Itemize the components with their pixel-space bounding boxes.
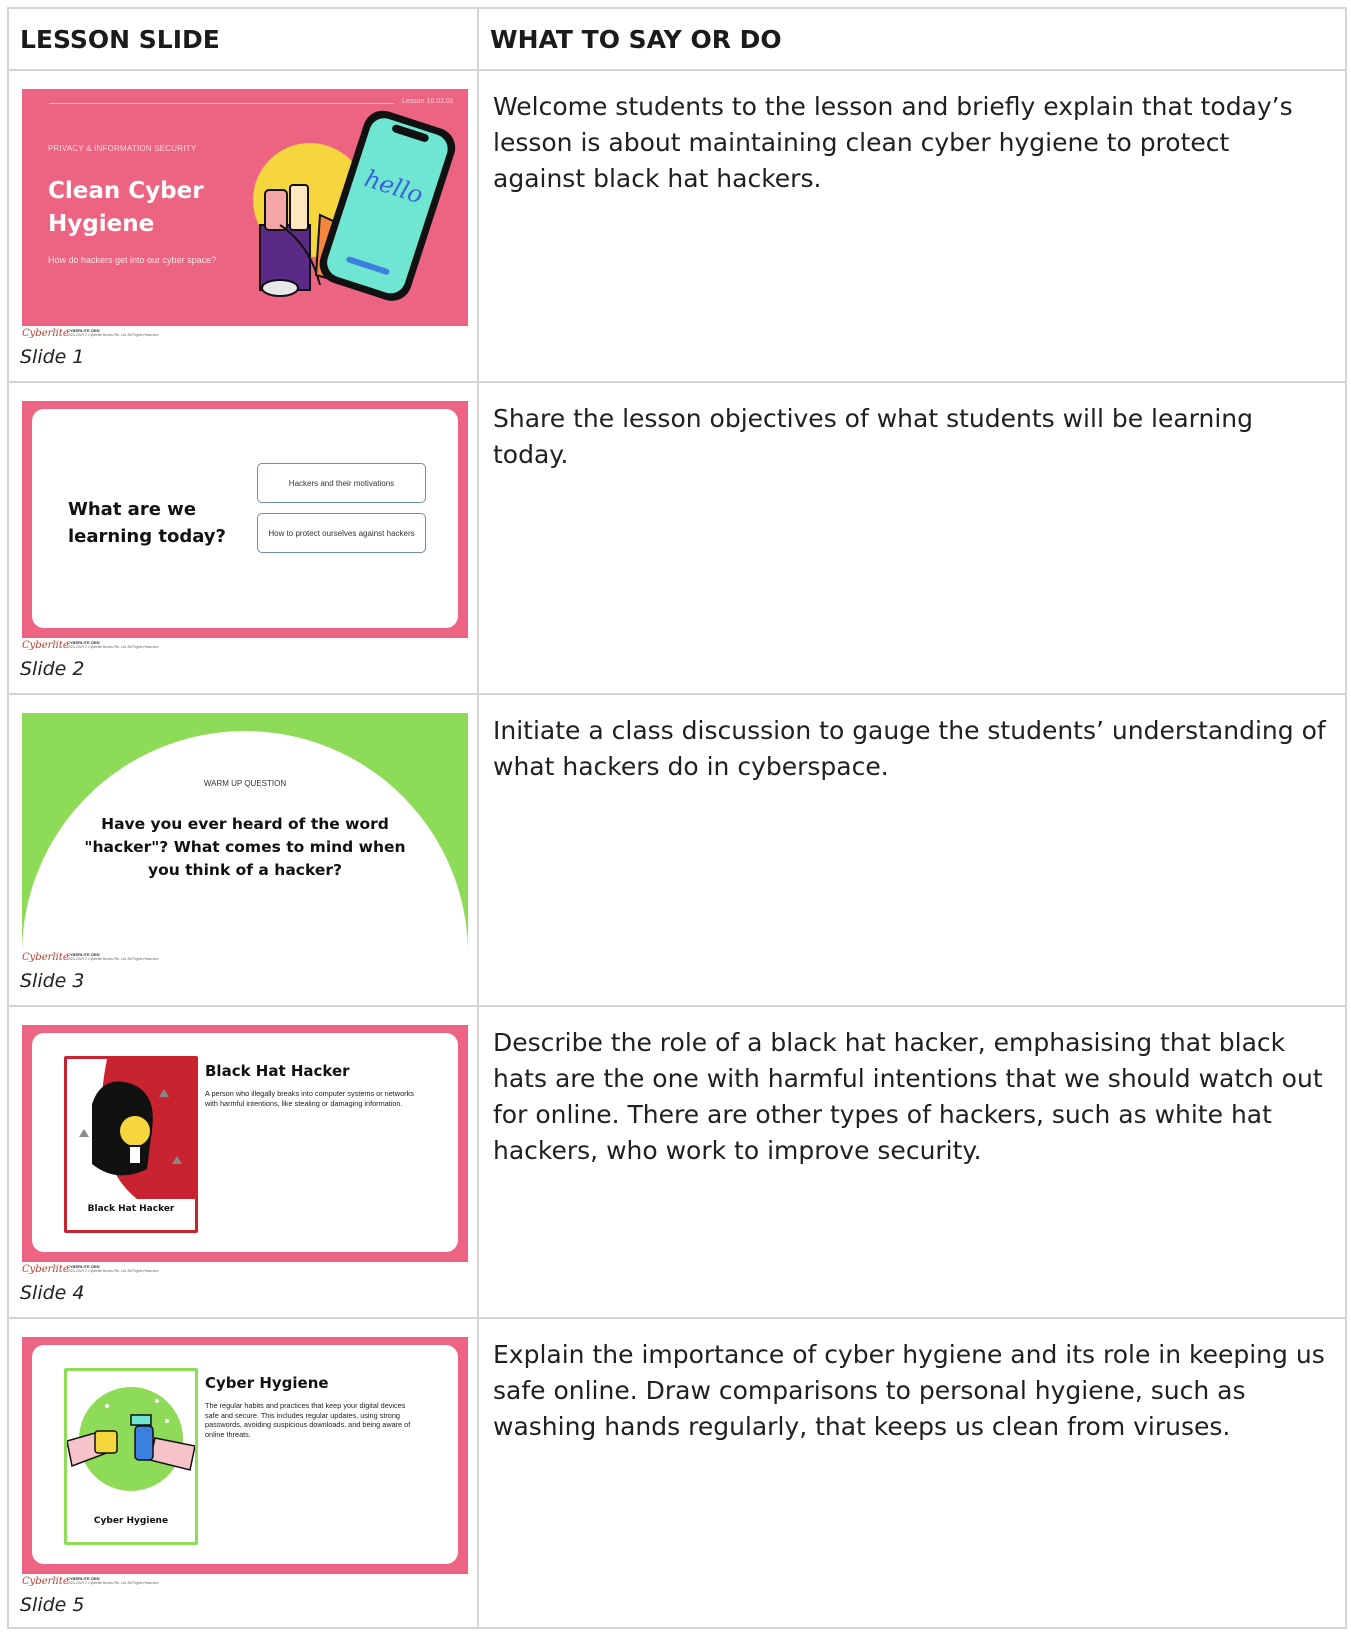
cyberlite-logo: Cyberlite (22, 1576, 69, 1587)
footer-copyright: 2023-2024 © Cyberlite Books Pte. Ltd. Al… (67, 1269, 160, 1273)
card-label: Black Hat Hacker (87, 1204, 175, 1214)
slide-heading: Cyber Hygiene (205, 1374, 329, 1392)
instruction-text: Describe the role of a black hat hacker,… (477, 1005, 1347, 1319)
slide-description: The regular habits and practices that ke… (205, 1401, 411, 1439)
table-row: What are we learning today? Hackers and … (7, 381, 1347, 695)
hacker-card: Black Hat Hacker (64, 1056, 198, 1233)
hacker-illustration (79, 1059, 195, 1199)
column-header-what-to-say: WHAT TO SAY OR DO (477, 7, 1347, 71)
card-label: Cyber Hygiene (93, 1516, 169, 1526)
slide-footer: Cyberlite CYBERLITE.ORG 2023-2024 © Cybe… (22, 1576, 322, 1590)
table-row: Black Hat Hacker Black Hat Hacker A pers… (7, 1005, 1347, 1319)
footer-copyright: 2023-2024 © Cyberlite Books Pte. Ltd. Al… (67, 957, 160, 961)
objective-pill: How to protect ourselves against hackers (257, 513, 426, 553)
slide-description: A person who illegally breaks into compu… (205, 1089, 414, 1108)
cyberlite-logo: Cyberlite (22, 952, 69, 963)
instruction-text: Welcome students to the lesson and brief… (477, 69, 1347, 383)
column-header-lesson-slide: LESSON SLIDE (7, 7, 479, 71)
footer-copyright: 2023-2024 © Cyberlite Books Pte. Ltd. Al… (67, 333, 160, 337)
table-row: Lesson 10.02.01 PRIVACY & INFORMATION SE… (7, 69, 1347, 383)
slide-footer: Cyberlite CYBERLITE.ORG 2023-2024 © Cybe… (22, 328, 322, 342)
lesson-code: Lesson 10.02.01 (402, 98, 454, 105)
slide-thumbnail-4: Black Hat Hacker Black Hat Hacker A pers… (22, 1025, 468, 1262)
slide-kicker: WARM UP QUESTION (203, 779, 287, 788)
slide-heading: Black Hat Hacker (205, 1062, 350, 1080)
table-header-row: LESSON SLIDE WHAT TO SAY OR DO (7, 7, 1347, 71)
hygiene-card: Cyber Hygiene (64, 1368, 198, 1545)
slide-cell: WARM UP QUESTION Have you ever heard of … (7, 693, 479, 1007)
slide-footer: Cyberlite CYBERLITE.ORG 2023-2024 © Cybe… (22, 640, 322, 654)
instruction-text: Initiate a class discussion to gauge the… (477, 693, 1347, 1007)
slide-thumbnail-2: What are we learning today? Hackers and … (22, 401, 468, 638)
slide-footer: Cyberlite CYBERLITE.ORG 2023-2024 © Cybe… (22, 952, 322, 966)
footer-copyright: 2023-2024 © Cyberlite Books Pte. Ltd. Al… (67, 645, 160, 649)
slide-kicker: PRIVACY & INFORMATION SECURITY (48, 144, 197, 153)
slide-caption: Slide 5 (20, 1594, 85, 1616)
slide-footer: Cyberlite CYBERLITE.ORG 2023-2024 © Cybe… (22, 1264, 322, 1278)
slide-title: Clean Cyber Hygiene (48, 178, 204, 237)
slide-cell: Lesson 10.02.01 PRIVACY & INFORMATION SE… (7, 69, 479, 383)
slide-caption: Slide 1 (20, 346, 85, 368)
slide-card: What are we learning today? Hackers and … (32, 409, 458, 628)
cyberlite-logo: Cyberlite (22, 328, 69, 339)
slide-subtitle: How do hackers get into our cyber space? (48, 255, 217, 265)
slide-thumbnail-5: Cyber Hygiene Cyber Hygiene The regular … (22, 1337, 468, 1574)
slide-question: Have you ever heard of the word "hacker"… (84, 815, 406, 879)
phone-illustration: hello (253, 110, 456, 301)
slide-thumbnail-3: WARM UP QUESTION Have you ever heard of … (22, 713, 468, 950)
table-row: Cyber Hygiene Cyber Hygiene The regular … (7, 1317, 1347, 1629)
instruction-text: Share the lesson objectives of what stud… (477, 381, 1347, 695)
slide-cell: What are we learning today? Hackers and … (7, 381, 479, 695)
slide-caption: Slide 4 (20, 1282, 85, 1304)
objective-pill: Hackers and their motivations (257, 463, 426, 503)
lesson-plan-table: LESSON SLIDE WHAT TO SAY OR DO Lesson 10… (7, 7, 1347, 1629)
cyberlite-logo: Cyberlite (22, 1264, 69, 1275)
instruction-text: Explain the importance of cyber hygiene … (477, 1317, 1347, 1629)
slide-thumbnail-1: Lesson 10.02.01 PRIVACY & INFORMATION SE… (22, 89, 468, 326)
divider (49, 103, 394, 104)
slide-cell: Black Hat Hacker Black Hat Hacker A pers… (7, 1005, 479, 1319)
table-row: WARM UP QUESTION Have you ever heard of … (7, 693, 1347, 1007)
footer-copyright: 2023-2024 © Cyberlite Books Pte. Ltd. Al… (67, 1581, 160, 1585)
slide-question: What are we learning today? (68, 499, 226, 547)
slide-cell: Cyber Hygiene Cyber Hygiene The regular … (7, 1317, 479, 1629)
cyberlite-logo: Cyberlite (22, 640, 69, 651)
slide-caption: Slide 3 (20, 970, 85, 992)
hygiene-illustration (67, 1387, 195, 1491)
slide-caption: Slide 2 (20, 658, 85, 680)
